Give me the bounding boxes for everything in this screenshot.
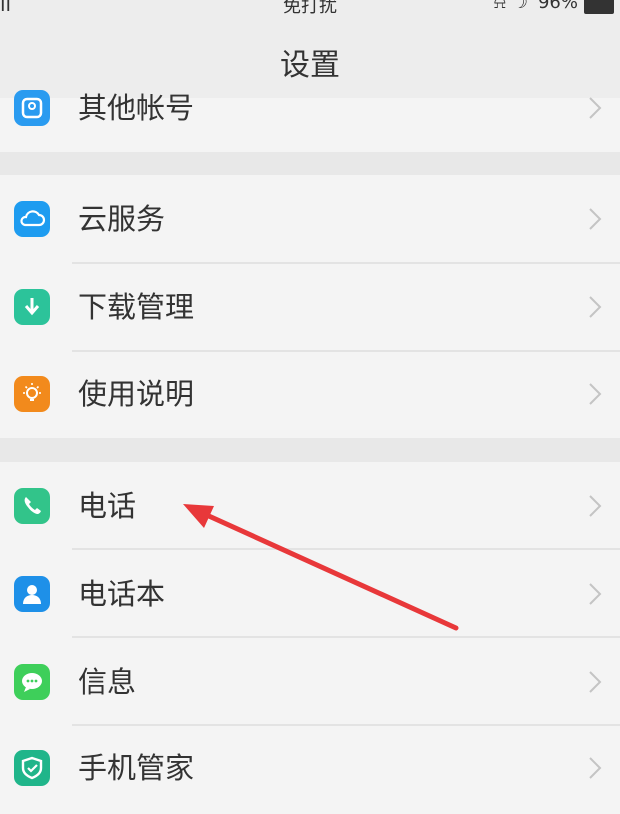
settings-item-phone-manager[interactable]: 手机管家 bbox=[0, 726, 620, 814]
lightbulb-icon bbox=[14, 376, 50, 412]
download-icon bbox=[14, 289, 50, 325]
shield-icon bbox=[14, 750, 50, 786]
message-icon bbox=[14, 664, 50, 700]
chevron-right-icon bbox=[588, 382, 602, 406]
settings-item-label: 信息 bbox=[78, 665, 137, 699]
settings-item-cloud-service[interactable]: 云服务 bbox=[0, 175, 620, 263]
phone-icon bbox=[14, 488, 50, 524]
settings-item-phone[interactable]: 电话 bbox=[0, 462, 620, 550]
chevron-right-icon bbox=[588, 494, 602, 518]
settings-item-user-guide[interactable]: 使用说明 bbox=[0, 352, 620, 440]
settings-item-label: 其他帐号 bbox=[78, 91, 195, 125]
settings-item-label: 使用说明 bbox=[78, 377, 195, 411]
settings-item-label: 下载管理 bbox=[78, 290, 195, 324]
settings-item-label: 电话本 bbox=[78, 577, 166, 611]
chevron-right-icon bbox=[588, 96, 602, 120]
settings-item-messages[interactable]: 信息 bbox=[0, 638, 620, 726]
settings-group-services: 云服务 下载管理 使用说明 bbox=[0, 175, 620, 438]
contacts-icon bbox=[14, 576, 50, 612]
chevron-right-icon bbox=[588, 670, 602, 694]
chevron-right-icon bbox=[588, 756, 602, 780]
status-bar: ıl 免打扰 ⍾ ☽ 96% bbox=[0, 0, 620, 16]
moon-icon: ☽ bbox=[511, 0, 528, 13]
status-right: ⍾ ☽ 96% bbox=[494, 0, 578, 13]
bell-muted-icon: ⍾ bbox=[493, 0, 506, 13]
chevron-right-icon bbox=[588, 295, 602, 319]
settings-group-communication: 电话 电话本 信息 手机管家 bbox=[0, 462, 620, 814]
chevron-right-icon bbox=[588, 582, 602, 606]
battery-percent: 96% bbox=[537, 0, 578, 13]
cloud-icon bbox=[14, 201, 50, 237]
settings-item-download-manager[interactable]: 下载管理 bbox=[0, 264, 620, 352]
chevron-right-icon bbox=[588, 207, 602, 231]
settings-item-label: 云服务 bbox=[78, 202, 166, 236]
settings-item-other-accounts[interactable]: 其他帐号 bbox=[0, 64, 620, 152]
settings-group-accounts: 其他帐号 bbox=[0, 90, 620, 152]
settings-item-label: 手机管家 bbox=[78, 751, 195, 785]
account-icon bbox=[14, 90, 50, 126]
settings-item-label: 电话 bbox=[78, 489, 137, 523]
settings-item-contacts[interactable]: 电话本 bbox=[0, 550, 620, 638]
battery-icon bbox=[584, 0, 614, 14]
